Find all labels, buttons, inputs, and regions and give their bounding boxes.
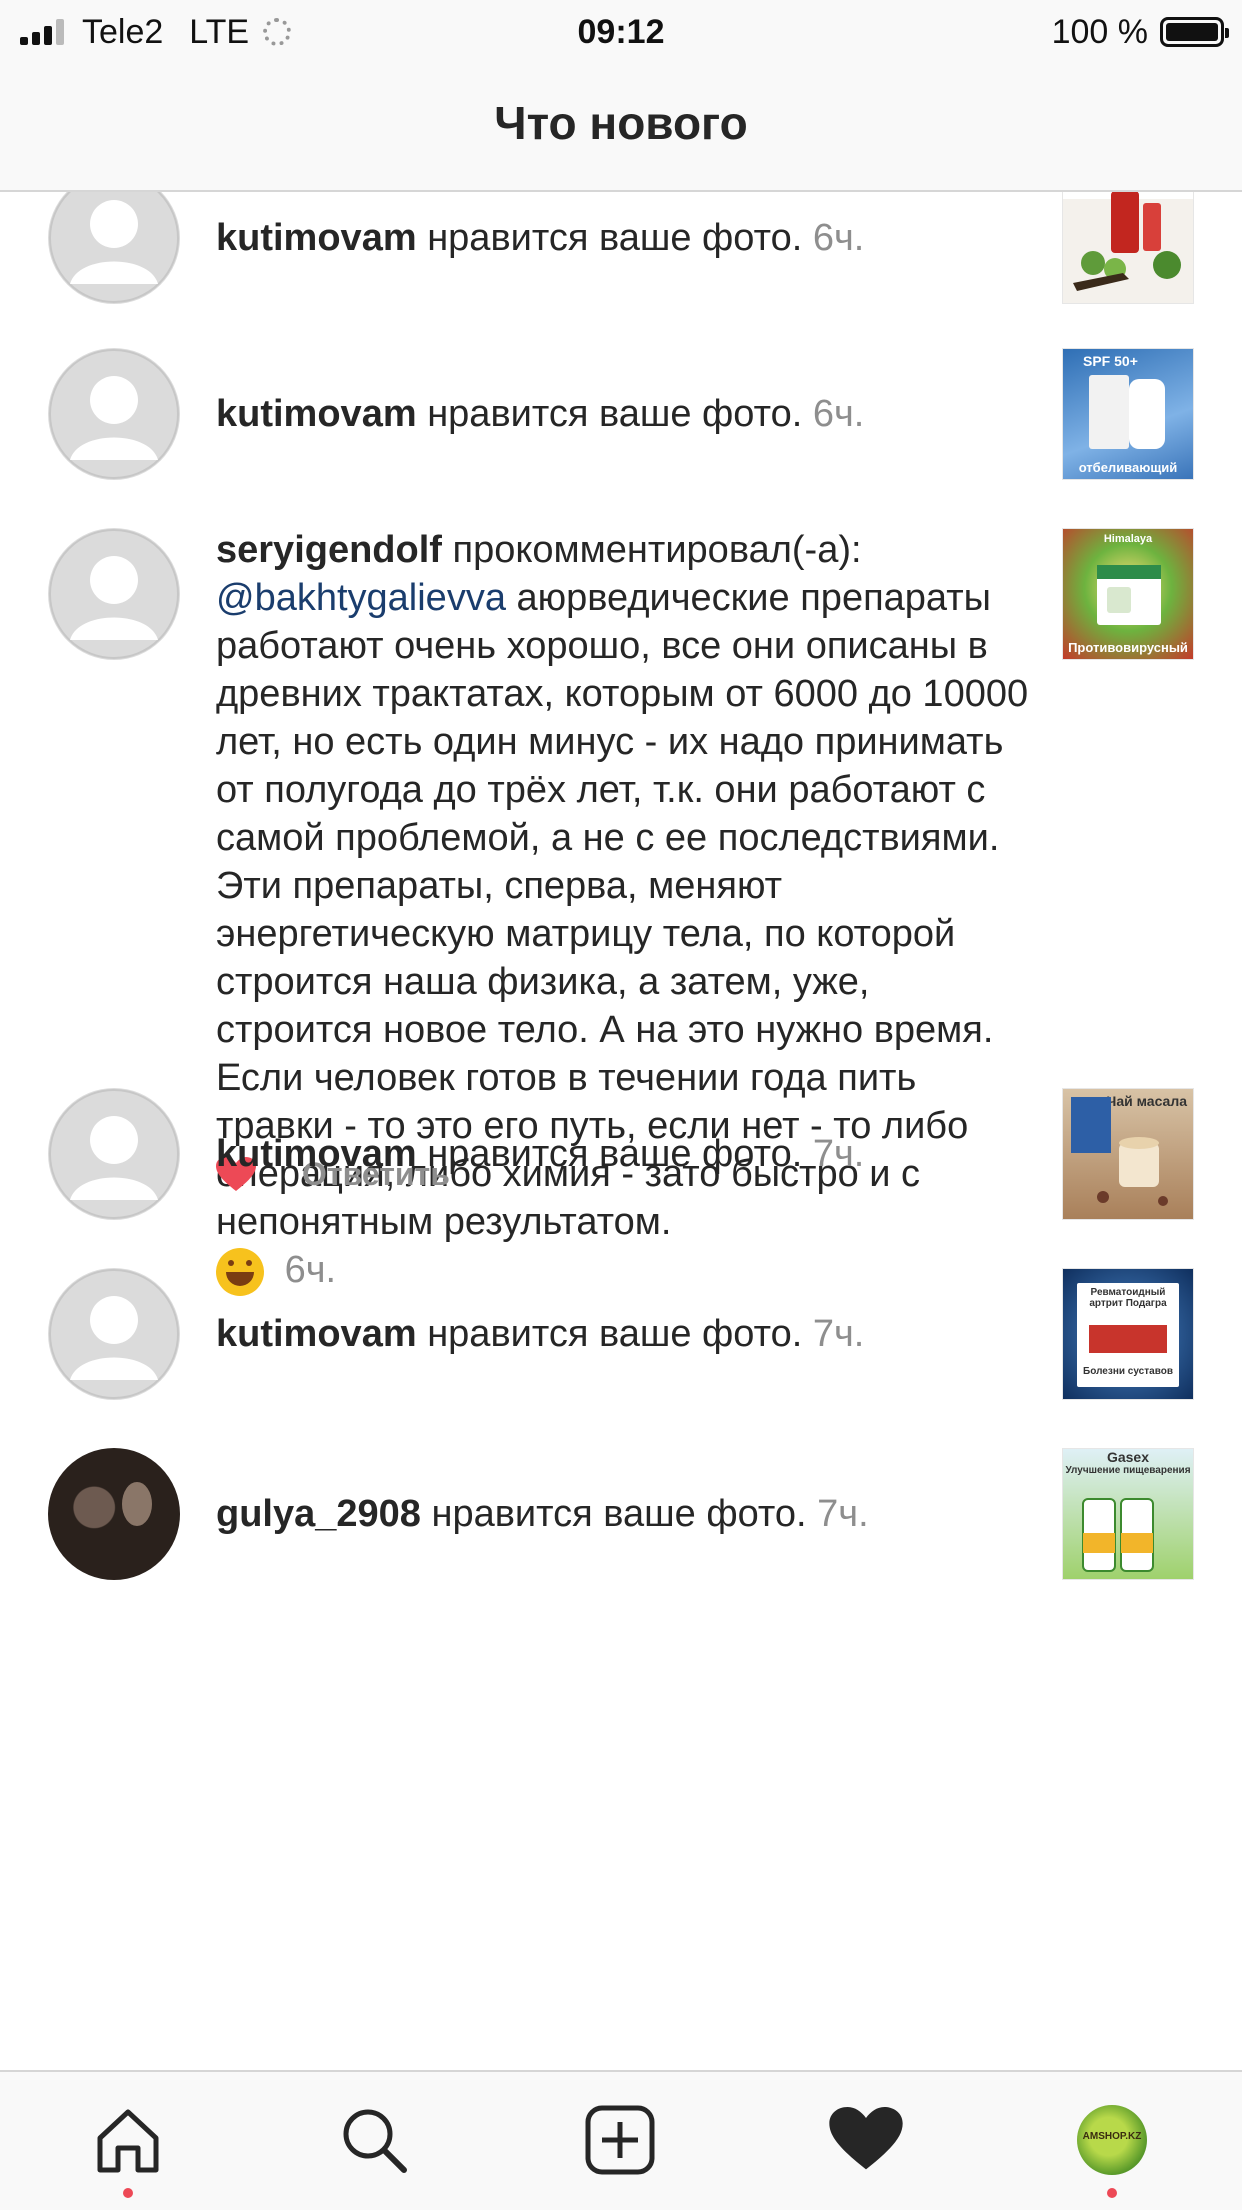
- post-thumbnail[interactable]: Gasex Улучшение пищеварения: [1062, 1448, 1194, 1580]
- gasex-bottles-icon: [1082, 1498, 1154, 1572]
- activity-text: kutimovam нравится ваше фото. 6ч.: [216, 390, 1036, 438]
- mention-link[interactable]: @bakhtygalievva: [216, 577, 506, 619]
- new-post-icon: [585, 2105, 655, 2175]
- activity-action: нравится ваше фото.: [427, 217, 803, 259]
- activity-action: прокомментировал(-а):: [452, 529, 862, 571]
- timestamp: 7ч.: [812, 1313, 865, 1355]
- activity-action: нравится ваше фото.: [427, 1133, 803, 1175]
- activity-item[interactable]: kutimovam нравится ваше фото. 7ч. Ревмат…: [0, 1268, 1242, 1418]
- username[interactable]: kutimovam: [216, 1133, 417, 1175]
- avatar[interactable]: [48, 1448, 180, 1580]
- post-thumbnail[interactable]: Ревматоидный артрит Подагра Болезни суст…: [1062, 1268, 1194, 1400]
- tab-profile[interactable]: AMSHOP.KZ: [1072, 2100, 1152, 2180]
- thumbnail-card: Ревматоидный артрит Подагра Болезни суст…: [1077, 1283, 1179, 1387]
- avatar[interactable]: [48, 1268, 180, 1400]
- activity-text: kutimovam нравится ваше фото. 7ч.: [216, 1310, 1036, 1358]
- activity-action: нравится ваше фото.: [431, 1493, 807, 1535]
- activity-action: нравится ваше фото.: [427, 1313, 803, 1355]
- tab-activity[interactable]: [826, 2100, 906, 2180]
- avatar[interactable]: [48, 528, 180, 660]
- timestamp: 7ч.: [812, 1133, 865, 1175]
- profile-avatar-icon: AMSHOP.KZ: [1077, 2105, 1147, 2175]
- avatar[interactable]: [48, 1088, 180, 1220]
- activity-text: kutimovam нравится ваше фото. 7ч.: [216, 1130, 1036, 1178]
- activity-item[interactable]: gulya_2908 нравится ваше фото. 7ч. Gasex…: [0, 1448, 1242, 1598]
- status-right: 100 %: [1051, 10, 1229, 54]
- tab-new-post[interactable]: [580, 2100, 660, 2180]
- thumbnail-caption: Болезни суставов: [1083, 1366, 1173, 1377]
- activity-text: gulya_2908 нравится ваше фото. 7ч.: [216, 1490, 1036, 1538]
- battery-percent: 100 %: [1051, 12, 1148, 51]
- page-title: Что нового: [494, 97, 748, 149]
- thumbnail-caption: отбеливающий: [1078, 460, 1178, 475]
- username[interactable]: seryigendolf: [216, 529, 442, 571]
- activity-text: kutimovam нравится ваше фото. 6ч.: [216, 214, 1036, 262]
- timestamp: 7ч.: [817, 1493, 869, 1535]
- avatar[interactable]: [48, 192, 180, 304]
- username[interactable]: kutimovam: [216, 217, 417, 259]
- activity-feed[interactable]: kutimovam нравится ваше фото. 6ч. kutimo…: [0, 192, 1242, 2070]
- tab-home[interactable]: [88, 2100, 168, 2180]
- profile-notification-dot: [1107, 2188, 1117, 2198]
- tab-search[interactable]: [334, 2100, 414, 2180]
- activity-item[interactable]: kutimovam нравится ваше фото. 6ч. SPF 50…: [0, 348, 1242, 498]
- home-notification-dot: [123, 2188, 133, 2198]
- thumbnail-caption-top: Ревматоидный артрит Подагра: [1089, 1287, 1167, 1309]
- thumbnail-caption: Противовирусный: [1068, 640, 1188, 655]
- post-thumbnail[interactable]: SPF 50+ отбеливающий: [1062, 348, 1194, 480]
- timestamp: 6ч.: [812, 217, 865, 259]
- home-icon: [97, 2109, 159, 2173]
- activity-item[interactable]: kutimovam нравится ваше фото. 6ч.: [0, 192, 1242, 322]
- status-bar: Tele2 LTE 09:12 100 %: [0, 0, 1242, 66]
- search-icon: [343, 2109, 407, 2173]
- timestamp: 6ч.: [812, 393, 865, 435]
- masala-tea-icon: [1071, 1097, 1168, 1206]
- activity-heart-icon: [829, 2107, 903, 2170]
- herbal-oil-product-icon: [1073, 192, 1181, 291]
- activity-item[interactable]: kutimovam нравится ваше фото. 7ч. Чай ма…: [0, 1088, 1242, 1238]
- profile-avatar-text: AMSHOP.KZ: [1082, 2131, 1142, 2142]
- post-thumbnail[interactable]: Himalaya Противовирусный: [1062, 528, 1194, 660]
- navigation-header: Что нового: [0, 66, 1242, 192]
- post-thumbnail[interactable]: [1062, 192, 1194, 304]
- activity-action: нравится ваше фото.: [427, 393, 803, 435]
- username[interactable]: kutimovam: [216, 393, 417, 435]
- tab-bar: AMSHOP.KZ: [0, 2070, 1242, 2210]
- username[interactable]: gulya_2908: [216, 1493, 421, 1535]
- avatar[interactable]: [48, 348, 180, 480]
- battery-icon: [1160, 17, 1229, 47]
- medicine-pack-icon: [1089, 1325, 1167, 1353]
- username[interactable]: kutimovam: [216, 1313, 417, 1355]
- post-thumbnail[interactable]: Чай масала: [1062, 1088, 1194, 1220]
